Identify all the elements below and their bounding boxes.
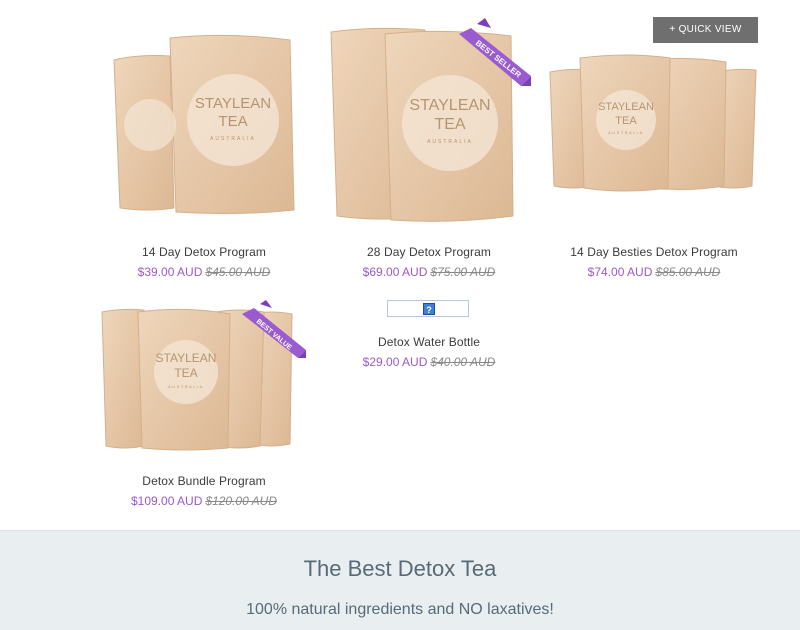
product-image[interactable]: STAYLEAN TEA AUSTRALIA BEST SELLER (325, 18, 533, 223)
product-name[interactable]: Detox Bundle Program (100, 474, 308, 488)
bag-label-line1: STAYLEAN (598, 101, 654, 113)
compare-price: $75.00 AUD (430, 265, 496, 279)
bag-label-line2: TEA (615, 115, 637, 127)
sale-price: $74.00 AUD (587, 265, 653, 279)
broken-image-placeholder[interactable]: ? (387, 300, 469, 317)
compare-price: $120.00 AUD (205, 494, 277, 508)
product-image[interactable]: STAYLEAN TEA AUSTRALIA BEST VALUE (100, 300, 308, 452)
bag-label-line1: STAYLEAN (156, 351, 217, 365)
sale-price: $109.00 AUD (131, 494, 203, 508)
product-image[interactable]: STAYLEAN TEA AUSTRALIA (108, 30, 298, 220)
price-row: $69.00 AUD $75.00 AUD (325, 265, 533, 279)
product-card[interactable]: Detox Water Bottle $29.00 AUD $40.00 AUD (325, 330, 533, 380)
compare-price: $85.00 AUD (655, 265, 721, 279)
product-card[interactable]: STAYLEAN TEA AUSTRALIA 14 Day Besties De… (548, 50, 760, 280)
bag-label-line3: AUSTRALIA (427, 139, 473, 145)
price-row: $29.00 AUD $40.00 AUD (325, 355, 533, 369)
missing-image-icon: ? (423, 303, 435, 315)
bag-label-line1: STAYLEAN (195, 95, 271, 112)
product-name[interactable]: Detox Water Bottle (325, 335, 533, 349)
sale-price: $29.00 AUD (362, 355, 428, 369)
quick-view-button[interactable]: + QUICK VIEW (653, 17, 758, 43)
compare-price: $40.00 AUD (430, 355, 496, 369)
promo-banner: The Best Detox Tea 100% natural ingredie… (0, 530, 800, 630)
price-row: $39.00 AUD $45.00 AUD (100, 265, 308, 279)
product-card[interactable]: STAYLEAN TEA AUSTRALIA BEST VALUE Detox … (100, 300, 308, 512)
bag-label-line2: TEA (218, 113, 247, 130)
sale-price: $39.00 AUD (137, 265, 203, 279)
product-image[interactable]: STAYLEAN TEA AUSTRALIA (548, 50, 760, 195)
compare-price: $45.00 AUD (205, 265, 271, 279)
price-row: $74.00 AUD $85.00 AUD (548, 265, 760, 279)
price-row: $109.00 AUD $120.00 AUD (100, 494, 308, 508)
bag-label-line2: TEA (174, 366, 197, 380)
banner-heading: The Best Detox Tea (303, 556, 497, 581)
sale-price: $69.00 AUD (362, 265, 428, 279)
bag-label-line1: STAYLEAN (409, 97, 490, 114)
product-name[interactable]: 14 Day Besties Detox Program (548, 245, 760, 259)
banner-subheading: 100% natural ingredients and NO laxative… (246, 601, 554, 618)
bag-label-line3: AUSTRALIA (210, 136, 256, 142)
bag-label-line3: AUSTRALIA (168, 384, 204, 389)
product-card[interactable]: STAYLEAN TEA AUSTRALIA 14 Day Detox Prog… (100, 30, 308, 280)
bag-label-line2: TEA (434, 116, 465, 133)
product-name[interactable]: 14 Day Detox Program (100, 245, 308, 259)
product-card[interactable]: STAYLEAN TEA AUSTRALIA BEST SELLER 28 Da… (325, 18, 533, 280)
product-name[interactable]: 28 Day Detox Program (325, 245, 533, 259)
bag-label-line3: AUSTRALIA (608, 130, 644, 135)
